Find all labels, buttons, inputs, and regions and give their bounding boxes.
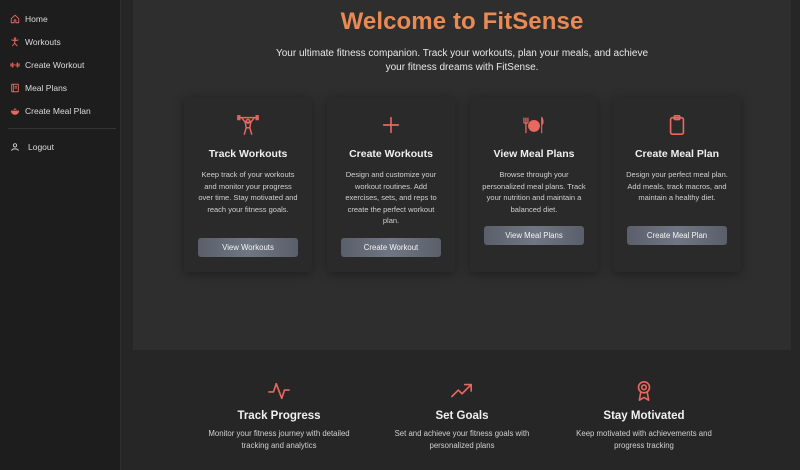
sidebar-item-workouts[interactable]: Workouts [0,32,121,52]
card-create-workouts: Create Workouts Design and customize you… [327,97,455,272]
sidebar-item-home[interactable]: Home [0,9,121,29]
sidebar-item-label: Workouts [25,37,61,47]
hero-subtitle: Your ultimate fitness companion. Track y… [275,48,649,73]
card-title: View Meal Plans [493,148,575,160]
bowl-icon [9,106,20,117]
sidebar-item-label: Create Workout [25,60,85,70]
feature-title: Track Progress [237,410,321,422]
sidebar: Home Workouts Create Workout Meal Plans … [0,0,121,470]
sidebar-item-meal-plans[interactable]: Meal Plans [0,78,121,98]
plate-cutlery-icon [470,114,598,136]
feature-title: Stay Motivated [603,410,685,422]
dumbbell-icon [9,60,20,71]
create-workout-button[interactable]: Create Workout [341,238,441,257]
activity-pulse-icon [204,380,354,404]
sidebar-item-label: Create Meal Plan [25,106,91,116]
card-track-workouts: Track Workouts Keep track of your workou… [184,97,312,272]
card-description: Browse through your personalized meal pl… [482,170,586,214]
card-title: Create Workouts [349,148,433,160]
card-description: Design and customize your workout routin… [345,170,437,225]
logout-label: Logout [28,142,54,152]
user-icon [9,142,20,153]
card-description: Design your perfect meal plan. Add meals… [626,170,728,202]
feature-track-progress: Track Progress Monitor your fitness jour… [204,380,354,452]
trending-up-icon [387,380,537,404]
sidebar-item-create-workout[interactable]: Create Workout [0,55,121,75]
clipboard-icon [613,114,741,136]
feature-description: Monitor your fitness journey with detail… [208,429,350,450]
page-title: Welcome to FitSense [340,8,584,35]
sidebar-divider [8,128,116,129]
weightlifter-icon [184,114,312,136]
view-meal-plans-button[interactable]: View Meal Plans [484,226,584,245]
card-title: Track Workouts [208,148,288,160]
create-meal-plan-button[interactable]: Create Meal Plan [627,226,727,245]
book-icon [9,83,20,94]
feature-stay-motivated: Stay Motivated Keep motivated with achie… [569,380,719,452]
sidebar-item-label: Home [25,14,48,24]
feature-description: Set and achieve your fitness goals with … [394,429,530,450]
card-create-meal-plan: Create Meal Plan Design your perfect mea… [613,97,741,272]
card-view-meal-plans: View Meal Plans Browse through your pers… [470,97,598,272]
award-medal-icon [569,380,719,404]
logout-button[interactable]: Logout [0,137,121,157]
home-icon [9,14,20,25]
feature-title: Set Goals [435,410,489,422]
feature-set-goals: Set Goals Set and achieve your fitness g… [387,380,537,452]
sidebar-item-label: Meal Plans [25,83,68,93]
plus-icon [327,114,455,136]
view-workouts-button[interactable]: View Workouts [198,238,298,257]
sidebar-item-create-meal-plan[interactable]: Create Meal Plan [0,101,121,121]
feature-description: Keep motivated with achievements and pro… [576,429,712,450]
card-title: Create Meal Plan [634,148,720,160]
app-root: Home Workouts Create Workout Meal Plans … [0,0,800,470]
running-figure-icon [9,37,20,48]
card-description: Keep track of your workouts and monitor … [198,170,298,214]
